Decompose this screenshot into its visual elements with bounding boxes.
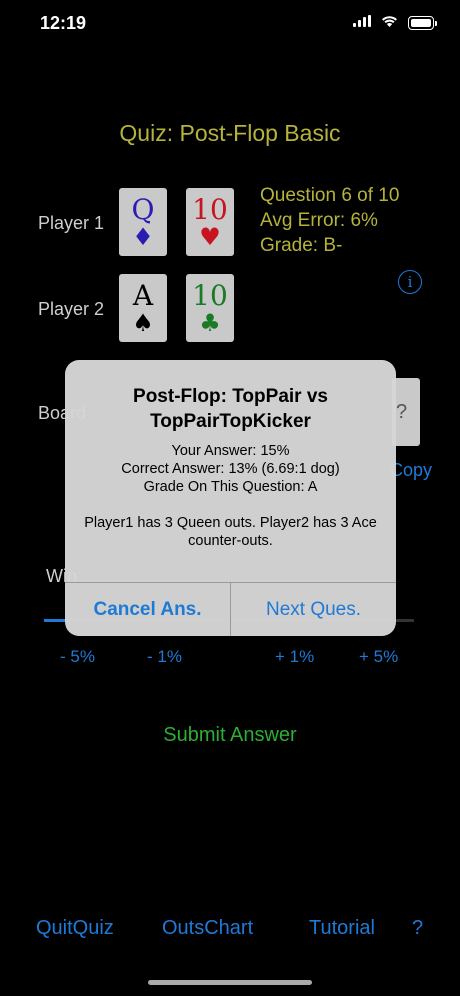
avg-error: Avg Error: 6% — [260, 210, 378, 231]
card-rank: 10 — [192, 193, 228, 226]
help-button[interactable]: ? — [412, 917, 423, 940]
next-question-button[interactable]: Next Ques. — [231, 583, 396, 636]
battery-icon — [408, 16, 437, 30]
wifi-icon — [381, 14, 398, 32]
signal-icon — [353, 14, 371, 32]
alert-title: Post-Flop: TopPair vs TopPairTopKicker — [133, 386, 328, 432]
outs-explanation: Player1 has 3 Queen outs. Player2 has 3 … — [84, 515, 377, 549]
tutorial-button[interactable]: Tutorial — [309, 917, 375, 940]
card-rank: A — [132, 279, 154, 312]
question-counter: Question 6 of 10 — [260, 185, 400, 206]
page-title: Quiz: Post-Flop Basic — [119, 120, 341, 146]
plus-1-button[interactable]: + 1% — [275, 647, 314, 667]
minus-5-button[interactable]: - 5% — [60, 647, 95, 667]
result-alert: Post-Flop: TopPair vs TopPairTopKicker Y… — [65, 360, 396, 636]
player1-label: Player 1 — [38, 213, 105, 233]
outs-chart-button[interactable]: OutsChart — [162, 917, 253, 940]
player2-label: Player 2 — [38, 299, 105, 319]
cancel-answer-button[interactable]: Cancel Ans. — [65, 583, 230, 636]
board-card[interactable]: ? — [392, 378, 420, 446]
diamond-suit-icon: ♦ — [132, 223, 154, 251]
card-rank: 10 — [192, 279, 228, 312]
quit-quiz-button[interactable]: QuitQuiz — [36, 917, 114, 940]
alert-message: Your Answer: 15% Correct Answer: 13% (6.… — [79, 442, 382, 550]
copy-link[interactable]: Copy — [390, 460, 432, 481]
correct-answer-line: Correct Answer: 13% (6.69:1 dog) — [121, 461, 340, 477]
spade-suit-icon: ♠ — [132, 309, 154, 337]
player1-card1: Q ♦ — [119, 188, 167, 256]
heart-suit-icon: ♥ — [199, 223, 221, 251]
status-icons — [353, 14, 437, 32]
player1-card2: 10 ♥ — [186, 188, 234, 256]
info-icon[interactable]: i — [398, 270, 422, 294]
board-card-hint: ? — [396, 400, 408, 423]
club-suit-icon: ♣ — [199, 309, 221, 337]
plus-5-button[interactable]: + 5% — [359, 647, 398, 667]
home-indicator — [148, 980, 312, 985]
player2-card1: A ♠ — [119, 274, 167, 342]
status-time: 12:19 — [40, 13, 87, 33]
submit-answer-button[interactable]: Submit Answer — [0, 724, 460, 747]
player2-card2: 10 ♣ — [186, 274, 234, 342]
grade: Grade: B- — [260, 235, 343, 256]
quiz-info: Question 6 of 10 Avg Error: 6% Grade: B- — [260, 183, 399, 258]
question-grade-line: Grade On This Question: A — [143, 479, 318, 495]
your-answer-line: Your Answer: 15% — [171, 443, 290, 459]
minus-1-button[interactable]: - 1% — [147, 647, 182, 667]
card-rank: Q — [131, 193, 155, 226]
